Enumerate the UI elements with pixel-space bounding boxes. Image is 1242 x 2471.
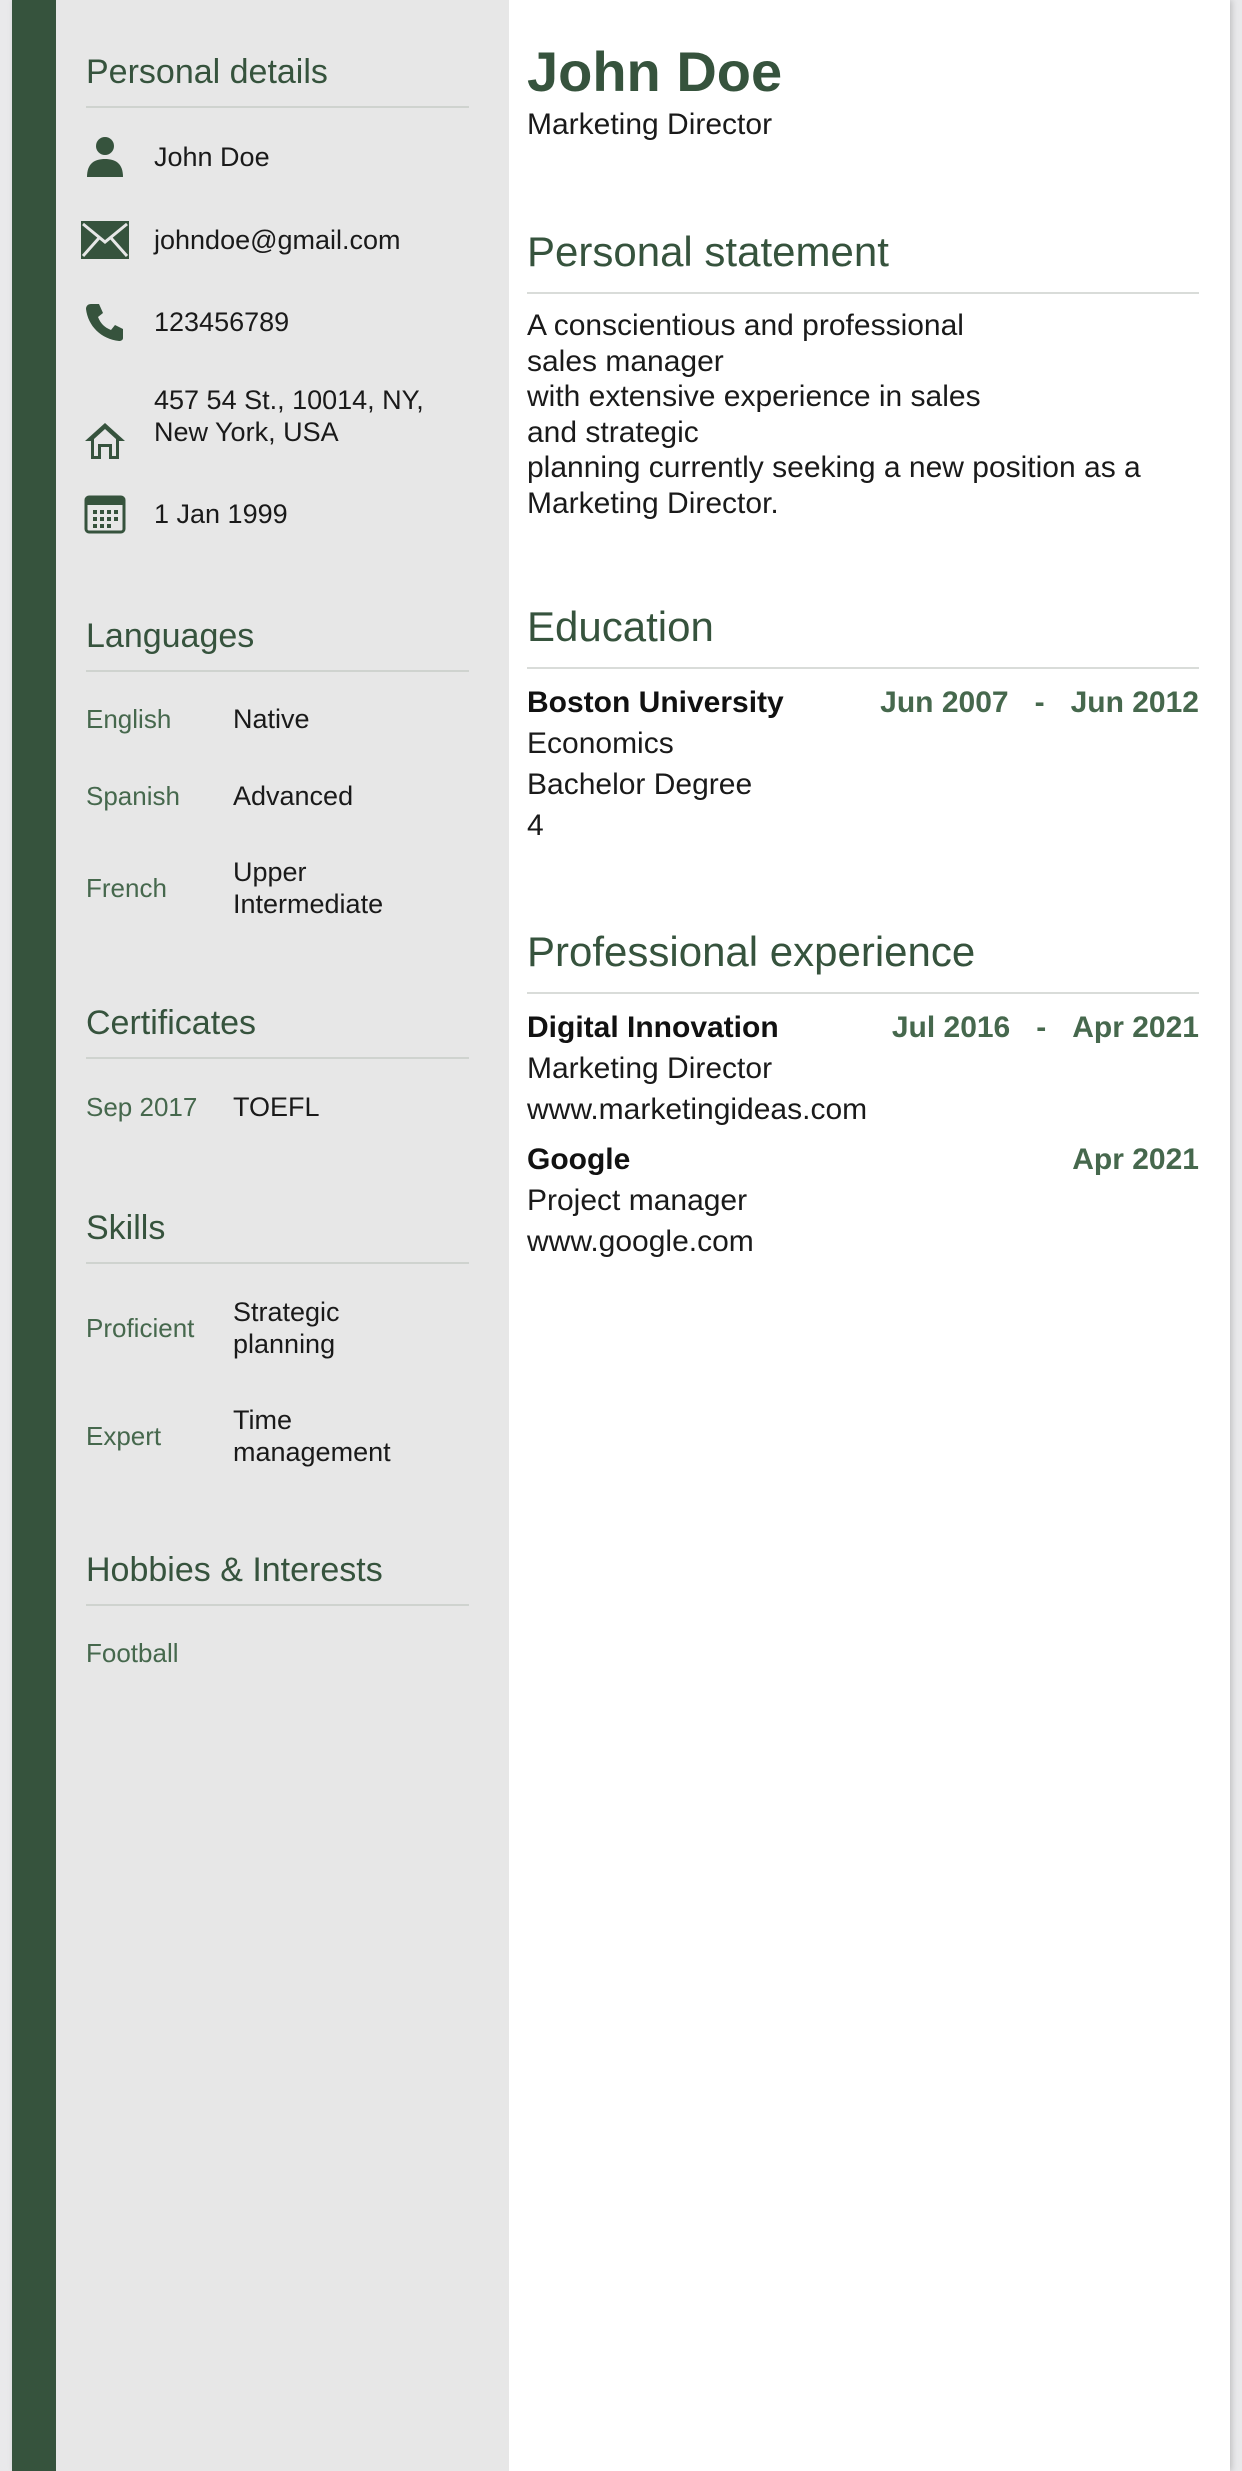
contact-email[interactable]: johndoe@gmail.com [154,224,401,256]
entry-field: Economics [527,727,674,760]
entry-website[interactable]: www.google.com [527,1221,1199,1262]
date-separator: - [1036,1011,1047,1044]
statement-line: with extensive experience in sales [527,380,981,413]
language-level: Upper Intermediate [233,856,383,920]
home-icon [80,419,130,463]
calendar-icon [80,492,130,536]
experience-entry: Google Apr 2021 Project manager www.goog… [527,1140,1199,1262]
certificate-date: Sep 2017 [86,1092,198,1122]
entry-organization: Google [527,1143,631,1176]
language-level-line-1: Upper [233,857,307,887]
statement-line: planning currently seeking a new positio… [527,451,1141,484]
experience-entry: Digital Innovation Jul 2016- Apr 2021 Mar… [527,1008,1199,1130]
contact-phone-row: 123456789 [86,300,469,344]
entry-end-date: Apr 2021 [1072,1143,1199,1176]
entry-dates: Jul 2016- Apr 2021 [892,1008,1199,1048]
entry-header: Boston University Jun 2007- Jun 2012 [527,683,1199,723]
skills-title: Skills [86,1208,469,1264]
skill-name-line-2: planning [233,1329,336,1359]
certificates-title: Certificates [86,1003,469,1059]
contact-email-row: johndoe@gmail.com [81,218,469,262]
experience-title: Professional experience [527,928,1199,994]
mail-icon [80,218,130,262]
address-line-1: 457 54 St., 10014, NY, [154,385,424,415]
skill-name-line-2: management [233,1437,391,1467]
contact-name-row: John Doe [86,135,469,179]
education-entry: Boston University Jun 2007- Jun 2012 Econ… [527,683,1199,846]
statement-line: A conscientious and professional [527,309,964,342]
entry-degree: Bachelor Degree [527,768,753,801]
language-level-line-2: Intermediate [233,889,384,919]
skill-name: Strategic planning [233,1296,340,1360]
phone-icon [80,300,130,344]
statement-line: Marketing Director. [527,486,779,520]
entry-dates: Apr 2021 [1072,1140,1199,1180]
entry-header: Digital Innovation Jul 2016- Apr 2021 [527,1008,1199,1048]
language-name: French [86,873,167,903]
entry-start-date: Jun 2007 [880,686,1009,719]
statement-line: and strategic [527,415,699,449]
language-level: Advanced [233,781,354,811]
education-title: Education [527,603,1199,669]
language-name: Spanish [86,781,180,811]
resume-page: Personal details John Doe johndoe@gmail.… [12,0,1230,2471]
skill-name: Time management [233,1404,391,1468]
contact-birthdate-row: 1 Jan 1999 [84,492,469,536]
skill-name-line-1: Time [233,1405,292,1435]
entry-header: Google Apr 2021 [527,1140,1199,1180]
certificate-name: TOEFL [233,1092,320,1122]
address-line-2: New York, USA [154,417,339,447]
entry-grade: 4 [527,809,544,842]
entry-organization: Digital Innovation [527,1011,779,1044]
resume-role: Marketing Director [527,108,773,141]
entry-position: Marketing Director [527,1052,773,1085]
contact-address-row: 457 54 St., 10014, NY, New York, USA [85,384,469,464]
hobbies-title: Hobbies & Interests [86,1550,469,1606]
entry-organization: Boston University [527,686,784,719]
resume-name: John Doe [527,40,783,103]
entry-position: Project manager [527,1184,748,1217]
entry-website[interactable]: www.marketingideas.com [527,1089,1199,1130]
entry-dates: Jun 2007- Jun 2012 [880,683,1199,723]
skill-level: Expert [86,1421,162,1451]
contact-phone[interactable]: 123456789 [154,306,289,338]
sidebar: Personal details John Doe johndoe@gmail.… [56,0,509,2471]
hobby-name: Football [86,1638,179,1668]
skill-level: Proficient [86,1313,195,1343]
language-level: Native [233,704,310,734]
entry-start-date: Jul 2016 [891,1011,1011,1044]
contact-birthdate: 1 Jan 1999 [154,499,288,529]
contact-address: 457 54 St., 10014, NY, New York, USA [154,384,424,448]
person-icon [80,135,130,179]
entry-end-date: Apr 2021 [1072,1011,1199,1044]
personal-statement-title: Personal statement [527,228,1199,294]
statement-line: sales manager [527,344,724,378]
entry-end-date: Jun 2012 [1070,686,1199,719]
personal-statement-text: A conscientious and professional sales m… [527,308,1199,521]
skill-name-line-1: Strategic [233,1297,340,1327]
languages-title: Languages [86,616,469,672]
personal-details-title: Personal details [86,52,469,108]
accent-stripe [12,0,56,2471]
contact-name: John Doe [154,142,270,172]
language-name: English [86,704,172,734]
date-separator: - [1034,686,1045,719]
